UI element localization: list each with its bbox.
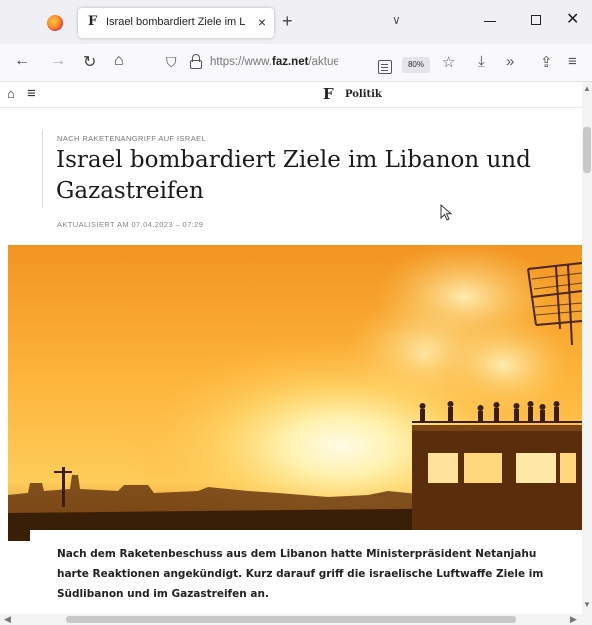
back-button[interactable]: ←	[14, 52, 30, 70]
app-menu-icon[interactable]: ≡	[568, 53, 577, 70]
forward-button[interactable]: →	[50, 52, 66, 70]
home-button[interactable]: ⌂	[114, 52, 124, 70]
article-updated-date: AKTUALISIERT AM 07.04.2023 – 07:29	[57, 220, 204, 229]
scroll-right-arrow-icon[interactable]: ▶	[570, 614, 577, 625]
downloads-icon[interactable]: ⤓	[478, 53, 485, 70]
tab-close-icon[interactable]: ×	[258, 14, 266, 30]
horizontal-scroll-thumb[interactable]	[66, 616, 516, 623]
firefox-icon	[47, 15, 63, 31]
tab-bar: F Israel bombardiert Ziele im Libanon × …	[0, 0, 592, 44]
site-home-icon[interactable]: ⌂	[7, 86, 15, 101]
zoom-level-badge[interactable]: 80%	[402, 57, 430, 73]
scroll-down-arrow-icon[interactable]: ▼	[583, 600, 591, 609]
maximize-button[interactable]	[531, 15, 541, 25]
scroll-left-arrow-icon[interactable]: ◀	[4, 614, 11, 625]
mouse-cursor-icon	[440, 204, 453, 221]
faz-logo[interactable]: F	[323, 85, 334, 103]
new-tab-button[interactable]: +	[282, 11, 293, 32]
lock-icon[interactable]	[190, 54, 202, 70]
vertical-scroll-thumb[interactable]	[583, 127, 591, 173]
navigation-toolbar: ← → ↻ ⌂ ⛉ https://www.faz.net/aktuell/po…	[0, 44, 592, 82]
url-domain: faz.net	[272, 56, 309, 68]
header-divider	[42, 130, 43, 208]
close-window-button[interactable]: ✕	[566, 9, 579, 29]
article: NACH RAKETENANGRIFF AUF ISRAEL Israel bo…	[0, 108, 582, 614]
tracking-protection-shield-icon[interactable]: ⛉	[166, 54, 177, 71]
article-headline: Israel bombardiert Ziele im Libanon und …	[56, 147, 531, 204]
url-bar[interactable]: ⛉ https://www.faz.net/aktuell/po	[156, 49, 392, 77]
url-prefix: https://www.	[210, 56, 272, 68]
faz-favicon-icon: F	[88, 14, 98, 29]
bookmark-star-icon[interactable]: ☆	[442, 53, 455, 71]
overflow-menu-icon[interactable]: »	[506, 53, 514, 70]
reader-view-icon[interactable]	[378, 60, 392, 74]
url-path: /aktuell/po	[308, 56, 338, 68]
hero-image[interactable]	[8, 245, 582, 541]
tab-title: Israel bombardiert Ziele im Libanon	[106, 16, 246, 28]
article-lead: Nach dem Raketenbeschuss aus dem Libanon…	[57, 548, 544, 600]
site-header: ⌂ ≡ F Politik	[0, 82, 582, 108]
horizontal-scrollbar[interactable]: ◀ ▶	[0, 614, 592, 625]
vertical-scrollbar[interactable]: ▲ ▼	[582, 82, 592, 614]
tab-faz-article[interactable]: F Israel bombardiert Ziele im Libanon ×	[78, 8, 274, 38]
url-text[interactable]: https://www.faz.net/aktuell/po	[210, 56, 338, 68]
lead-box: Nach dem Raketenbeschuss aus dem Libanon…	[30, 530, 582, 614]
minimize-button[interactable]	[484, 12, 496, 30]
firefox-view-button[interactable]	[44, 12, 66, 34]
site-menu-icon[interactable]: ≡	[27, 85, 36, 102]
article-kicker: NACH RAKETENANGRIFF AUF ISRAEL	[57, 134, 207, 143]
extensions-icon[interactable]: ⇪	[540, 53, 553, 71]
scroll-up-arrow-icon[interactable]: ▲	[583, 84, 591, 93]
reload-button[interactable]: ↻	[83, 52, 96, 72]
list-all-tabs-button[interactable]: ∨	[392, 13, 401, 27]
site-section-label[interactable]: Politik	[345, 89, 382, 100]
